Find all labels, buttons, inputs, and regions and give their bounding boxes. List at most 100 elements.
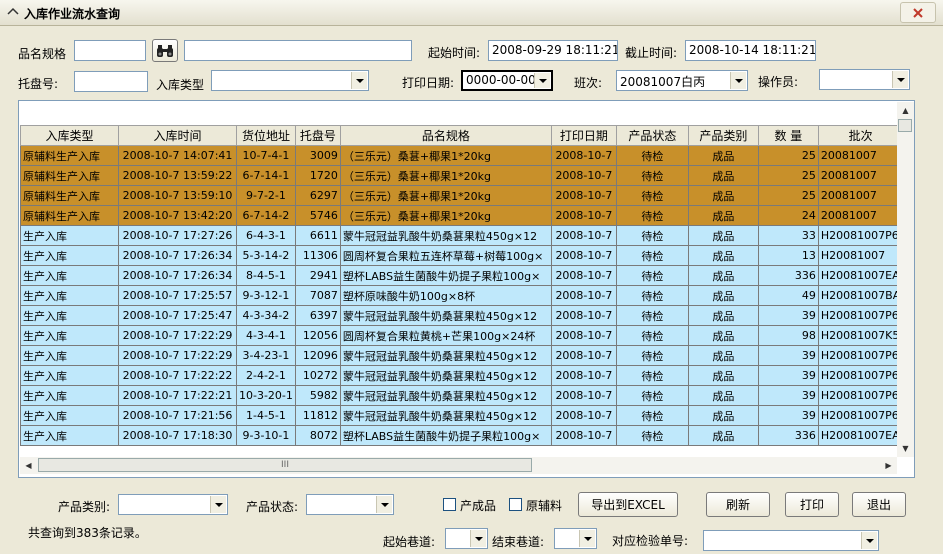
table-cell: 待检: [615, 185, 689, 206]
product-spec-label: 品名规格: [18, 47, 67, 61]
operator-select[interactable]: [819, 69, 910, 90]
product-status-label: 产品状态:: [246, 500, 299, 514]
column-header[interactable]: 打印日期: [550, 125, 617, 146]
table-row[interactable]: 生产入库 2008-10-7 17:26:34 5-3-14-2 11306 圆周杯复合…: [20, 245, 904, 266]
export-excel-button[interactable]: 导出到EXCEL: [578, 492, 678, 517]
end-time-input[interactable]: 2008-10-14 18:11:21: [685, 40, 816, 61]
chevron-down-icon[interactable]: [534, 73, 550, 88]
table-cell: 2008-10-7 17:21:56: [118, 405, 237, 426]
chevron-down-icon[interactable]: [470, 530, 486, 547]
product-category-select[interactable]: [118, 494, 228, 515]
scroll-down-icon[interactable]: ▼: [897, 440, 914, 457]
exit-button[interactable]: 退出: [852, 492, 906, 517]
inbound-type-select[interactable]: [211, 70, 369, 91]
inspection-number-select[interactable]: [703, 530, 879, 551]
chevron-down-icon[interactable]: [892, 71, 908, 88]
chevron-down-icon[interactable]: [210, 496, 226, 513]
print-button[interactable]: 打印: [785, 492, 839, 517]
table-row[interactable]: 生产入库 2008-10-7 17:26:34 8-4-5-1 2941 塑杯LABS益…: [20, 265, 904, 286]
table-cell: 待检: [615, 385, 689, 406]
table-cell: 5-3-14-2: [236, 245, 296, 266]
scroll-left-icon[interactable]: ◀: [20, 457, 37, 474]
table-row[interactable]: 生产入库 2008-10-7 17:22:22 2-4-2-1 10272 蒙牛冠冠益乳…: [20, 365, 904, 386]
table-cell: 2008-10-7 17:22:29: [118, 325, 237, 346]
table-cell: 成品: [687, 285, 759, 306]
pallet-input[interactable]: [74, 71, 148, 92]
table-row[interactable]: 原辅料生产入库 2008-10-7 13:59:22 6-7-14-1 1720 （三乐…: [20, 165, 904, 186]
product-status-select[interactable]: [306, 494, 394, 515]
table-cell: 2008-10-7: [550, 285, 617, 306]
chevron-down-icon[interactable]: [351, 72, 367, 89]
start-lane-label: 起始巷道:: [383, 535, 436, 549]
table-cell: 2008-10-7 13:59:10: [118, 185, 237, 206]
horizontal-scrollbar[interactable]: ◀ III ▶: [20, 457, 897, 474]
table-cell: 10-3-20-1: [236, 385, 296, 406]
table-row[interactable]: 生产入库 2008-10-7 17:27:26 6-4-3-1 6611 蒙牛冠冠益乳酸…: [20, 225, 904, 246]
column-header[interactable]: 货位地址: [236, 125, 296, 146]
chevron-down-icon[interactable]: [861, 532, 877, 549]
chevron-down-icon[interactable]: [376, 496, 392, 513]
finished-goods-checkbox[interactable]: [443, 498, 456, 511]
vertical-scrollbar[interactable]: ▲ ▼: [897, 102, 914, 457]
table-cell: H20081007P6: [817, 405, 904, 426]
table-cell: 成品: [687, 405, 759, 426]
pallet-label: 托盘号:: [18, 77, 59, 91]
raw-material-checkbox[interactable]: [509, 498, 522, 511]
table-row[interactable]: 原辅料生产入库 2008-10-7 14:07:41 10-7-4-1 3009 （三乐…: [20, 145, 904, 166]
start-lane-select[interactable]: [445, 528, 488, 549]
table-cell: （三乐元）桑葚+椰果1*20kg: [339, 205, 552, 226]
table-cell: 成品: [687, 365, 759, 386]
print-date-picker[interactable]: 0000-00-00: [461, 70, 553, 91]
table-row[interactable]: 生产入库 2008-10-7 17:18:30 9-3-10-1 8072 塑杯LABS…: [20, 425, 904, 446]
shift-select[interactable]: 20081007白丙: [616, 70, 748, 91]
end-lane-select[interactable]: [554, 528, 597, 549]
table-cell: （三乐元）桑葚+椰果1*20kg: [339, 185, 552, 206]
table-row[interactable]: 生产入库 2008-10-7 17:25:57 9-3-12-1 7087 塑杯原味酸牛…: [20, 285, 904, 306]
operator-label: 操作员:: [758, 75, 799, 89]
close-button[interactable]: [900, 2, 936, 23]
column-header[interactable]: 产品类别: [687, 125, 759, 146]
table-cell: 待检: [615, 425, 689, 446]
vertical-scroll-thumb[interactable]: [898, 119, 912, 132]
table-cell: 2941: [294, 265, 341, 286]
table-cell: 待检: [615, 405, 689, 426]
table-row[interactable]: 生产入库 2008-10-7 17:21:56 1-4-5-1 11812 蒙牛冠冠益乳…: [20, 405, 904, 426]
column-header[interactable]: 入库类型: [20, 125, 119, 146]
column-header[interactable]: 品名规格: [339, 125, 552, 146]
start-time-input[interactable]: 2008-09-29 18:11:21: [488, 40, 618, 61]
table-row[interactable]: 生产入库 2008-10-7 17:22:29 3-4-23-1 12096 蒙牛冠冠益…: [20, 345, 904, 366]
table-cell: 2008-10-7 17:27:26: [118, 225, 237, 246]
table-row[interactable]: 生产入库 2008-10-7 17:25:47 4-3-34-2 6397 蒙牛冠冠益乳…: [20, 305, 904, 326]
table-cell: H20081007BA: [817, 285, 904, 306]
scroll-up-icon[interactable]: ▲: [897, 102, 914, 119]
table-cell: 2008-10-7 13:59:22: [118, 165, 237, 186]
start-time-label: 起始时间:: [428, 46, 481, 60]
product-spec-name-input[interactable]: [184, 40, 412, 61]
table-cell: 待检: [615, 145, 689, 166]
table-row[interactable]: 原辅料生产入库 2008-10-7 13:42:20 6-7-14-2 5746 （三乐…: [20, 205, 904, 226]
column-header[interactable]: 批次: [817, 125, 904, 146]
chevron-down-icon[interactable]: [730, 72, 746, 89]
table-cell: 6611: [294, 225, 341, 246]
product-spec-code-input[interactable]: [74, 40, 146, 61]
table-cell: 2008-10-7: [550, 165, 617, 186]
table-row[interactable]: 生产入库 2008-10-7 17:22:21 10-3-20-1 5982 蒙牛冠冠益…: [20, 385, 904, 406]
column-header[interactable]: 托盘号: [294, 125, 341, 146]
refresh-button[interactable]: 刷新: [706, 492, 770, 517]
table-row[interactable]: 原辅料生产入库 2008-10-7 13:59:10 9-7-2-1 6297 （三乐元…: [20, 185, 904, 206]
shift-label: 班次:: [574, 76, 603, 90]
chevron-down-icon[interactable]: [579, 530, 595, 547]
scroll-right-icon[interactable]: ▶: [880, 457, 897, 474]
table-row[interactable]: 生产入库 2008-10-7 17:22:29 4-3-4-1 12056 圆周杯复合果…: [20, 325, 904, 346]
table-cell: 2008-10-7 17:22:29: [118, 345, 237, 366]
collapse-chevron-icon[interactable]: [6, 4, 22, 20]
table-cell: 12096: [294, 345, 341, 366]
horizontal-scroll-thumb[interactable]: III: [38, 458, 532, 472]
column-header[interactable]: 产品状态: [615, 125, 689, 146]
table-cell: 蒙牛冠冠益乳酸牛奶桑葚果粒450g×12: [339, 365, 552, 386]
product-search-button[interactable]: [152, 39, 178, 62]
table-cell: 2008-10-7: [550, 345, 617, 366]
window-title: 入库作业流水查询: [24, 7, 121, 21]
column-header[interactable]: 入库时间: [118, 125, 237, 146]
column-header[interactable]: 数 量: [757, 125, 819, 146]
